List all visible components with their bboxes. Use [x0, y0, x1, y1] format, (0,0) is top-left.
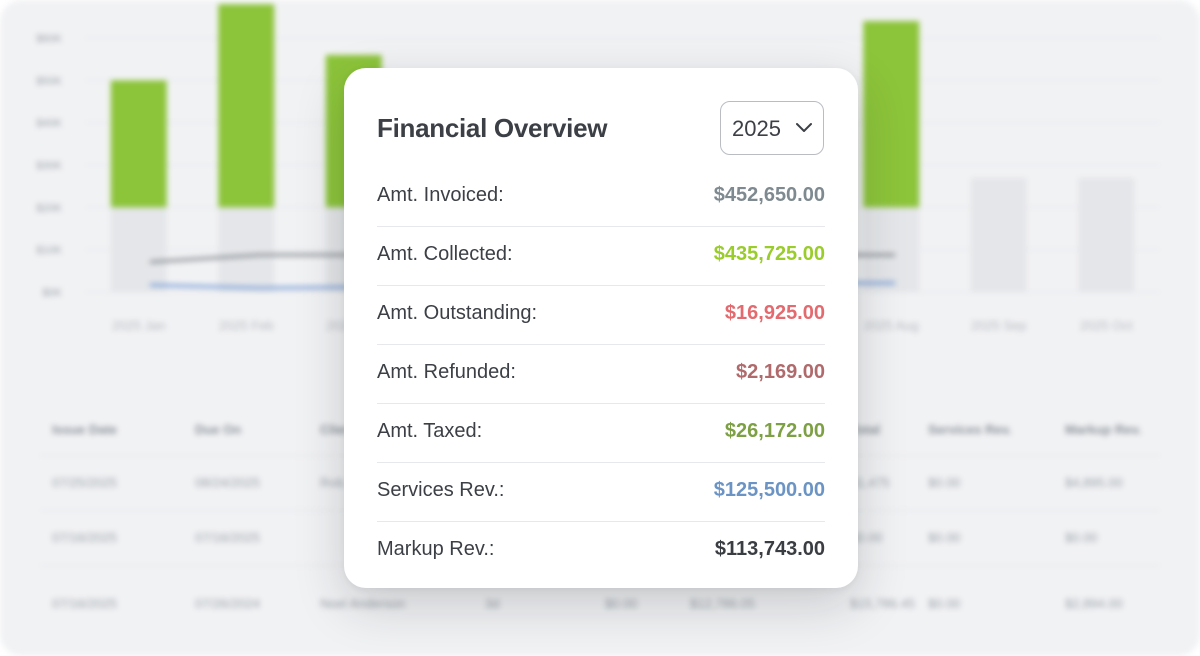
- chevron-down-icon: [796, 123, 812, 132]
- row-taxed: Amt. Taxed: $26,172.00: [377, 404, 825, 463]
- row-collected: Amt. Collected: $435,725.00: [377, 227, 825, 286]
- row-label: Amt. Taxed:: [377, 420, 483, 442]
- financial-overview-card: Financial Overview 2025 Amt. Invoiced: $…: [344, 68, 858, 588]
- table-cell: $2,894.00: [1065, 596, 1123, 611]
- table-cell: $15,786.45: [850, 596, 916, 611]
- card-title: Financial Overview: [377, 113, 608, 143]
- table-cell: $12,786.05: [690, 596, 756, 611]
- row-value: $26,172.00: [724, 420, 825, 442]
- row-invoiced: Amt. Invoiced: $452,650.00: [377, 168, 825, 227]
- y-tick-label: $60K: [36, 33, 62, 45]
- row-value: $113,743.00: [714, 538, 825, 560]
- table-cell: $0.00: [1065, 530, 1098, 545]
- row-services-rev: Services Rev.: $125,500.00: [377, 463, 825, 522]
- table-cell: $0.00: [928, 530, 961, 545]
- table-cell: 07/16/2025: [52, 596, 118, 611]
- row-value: $435,725.00: [713, 243, 825, 265]
- x-tick-label: 2025 Jan: [112, 318, 166, 333]
- row-outstanding: Amt. Outstanding: $16,925.00: [377, 286, 825, 345]
- table-cell: 07/25/2025: [52, 475, 118, 490]
- bar: [110, 80, 167, 208]
- row-value: $452,650.00: [713, 184, 825, 206]
- y-tick-label: $30K: [36, 160, 62, 172]
- table-cell: 3d: [485, 596, 500, 611]
- table-header-cell[interactable]: Markup Rev.: [1065, 422, 1141, 437]
- row-value: $16,925.00: [724, 302, 825, 324]
- table-cell: 07/26/2024: [195, 596, 261, 611]
- x-tick-label: 2025 Oct: [1080, 318, 1133, 333]
- y-tick-label: $0K: [42, 287, 62, 299]
- table-header-cell[interactable]: Issue Date: [52, 422, 117, 437]
- table-cell: $4,895.00: [1065, 475, 1123, 490]
- table-cell: $0.00: [605, 596, 638, 611]
- table-cell: 07/16/2025: [195, 530, 261, 545]
- row-markup-rev: Markup Rev.: $113,743.00: [377, 522, 825, 580]
- stage: $60K $50K $40K $30K $20K $10K $0K 2025 Jan 2025 …: [0, 0, 1200, 656]
- row-label: Services Rev.:: [377, 479, 505, 501]
- bar: [218, 4, 275, 208]
- table-header-cell[interactable]: Due On: [195, 422, 241, 437]
- y-tick-label: $50K: [36, 75, 62, 87]
- x-tick-label: 2025 Aug: [864, 318, 919, 333]
- row-label: Amt. Outstanding:: [377, 302, 538, 324]
- table-cell: 07/16/2025: [52, 530, 118, 545]
- x-tick-label: 2025 Feb: [219, 318, 274, 333]
- row-value: $2,169.00: [736, 361, 825, 383]
- row-value: $125,500.00: [713, 479, 825, 501]
- year-select-value: 2025: [732, 116, 781, 141]
- y-tick-label: $40K: [36, 118, 62, 130]
- overview-rows: Amt. Invoiced: $452,650.00 Amt. Collecte…: [377, 168, 825, 580]
- table-cell: $0.00: [928, 596, 961, 611]
- row-label: Amt. Collected:: [377, 243, 513, 265]
- year-select[interactable]: 2025: [720, 101, 824, 155]
- bar-background: [1078, 177, 1135, 292]
- y-tick-label: $10K: [36, 245, 62, 257]
- table-cell: $0.00: [928, 475, 961, 490]
- table-header-cell[interactable]: Services Rev.: [928, 422, 1012, 437]
- bar-background: [970, 177, 1027, 292]
- row-label: Amt. Refunded:: [377, 361, 516, 383]
- bar: [863, 21, 920, 208]
- y-tick-label: $20K: [36, 202, 62, 214]
- row-label: Markup Rev.:: [377, 538, 495, 560]
- row-refunded: Amt. Refunded: $2,169.00: [377, 345, 825, 404]
- table-cell: Noel Anderson: [320, 596, 406, 611]
- x-tick-label: 2025 Sep: [971, 318, 1027, 333]
- table-cell: 08/24/2025: [195, 475, 261, 490]
- row-label: Amt. Invoiced:: [377, 184, 504, 206]
